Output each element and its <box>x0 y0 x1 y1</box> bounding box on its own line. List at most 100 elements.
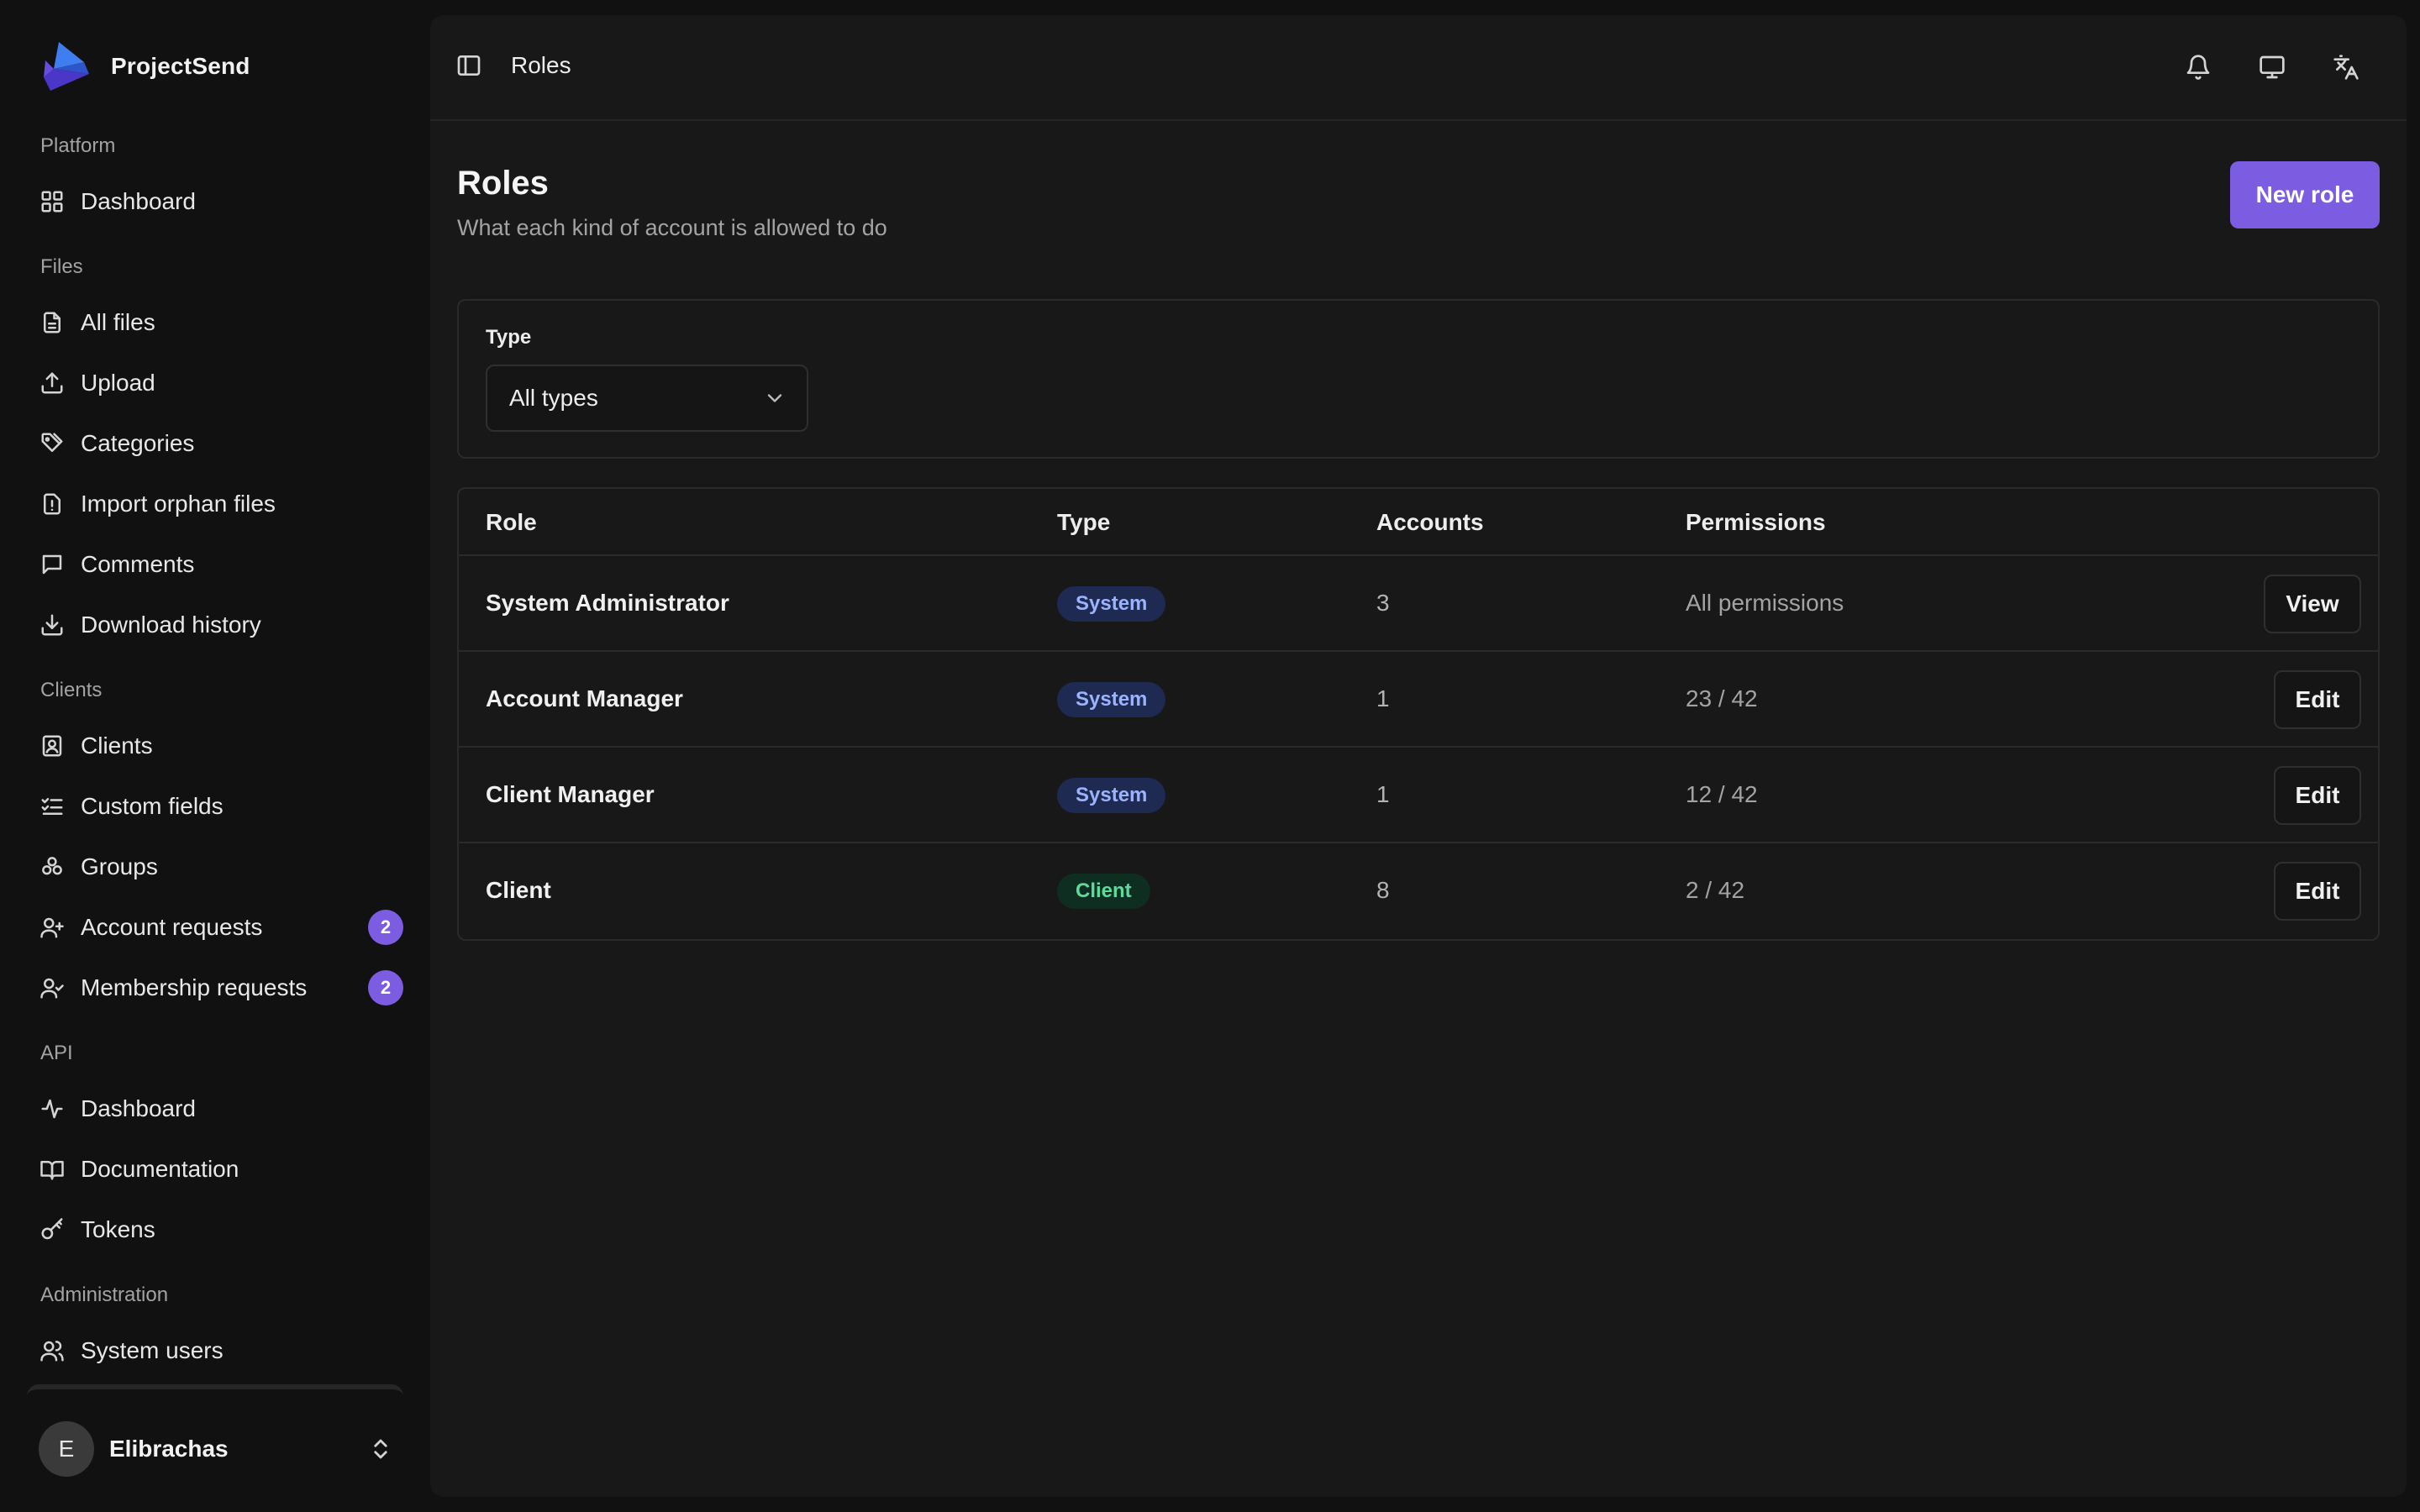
edit-button[interactable]: Edit <box>2274 670 2361 729</box>
sidebar-toggle-icon[interactable] <box>455 52 487 84</box>
page-title: Roles <box>457 165 549 202</box>
sidebar-item-account-requests[interactable]: Account requests 2 <box>25 902 403 953</box>
comment-icon <box>39 551 66 578</box>
avatar: E <box>39 1421 94 1477</box>
user-plus-icon <box>39 914 66 941</box>
table-row: System Administrator System 3 All permis… <box>459 556 2378 652</box>
column-header-type[interactable]: Type <box>1057 509 1110 536</box>
sidebar-item-documentation[interactable]: Documentation <box>25 1144 403 1194</box>
sidebar-item-comments[interactable]: Comments <box>25 539 403 590</box>
upload-icon <box>39 370 66 396</box>
section-label-platform: Platform <box>40 134 116 157</box>
section-label-clients: Clients <box>40 679 103 701</box>
download-icon <box>39 612 66 638</box>
sidebar-item-membership-requests[interactable]: Membership requests 2 <box>25 963 403 1013</box>
type-filter-select[interactable]: All types <box>486 365 808 432</box>
tags-icon <box>39 430 66 457</box>
table-row: Account Manager System 1 23 / 42 Edit <box>459 652 2378 748</box>
sidebar-item-dashboard[interactable]: Dashboard <box>25 176 403 227</box>
user-menu-trigger[interactable]: E Elibrachas <box>39 1420 400 1478</box>
translate-icon[interactable] <box>2328 49 2365 86</box>
groups-icon <box>39 853 66 880</box>
sidebar-item-label: Documentation <box>81 1156 239 1182</box>
accounts-count: 1 <box>1376 781 1390 807</box>
table-row: Client Manager System 1 12 / 42 Edit <box>459 748 2378 843</box>
sidebar-item-download-history[interactable]: Download history <box>25 600 403 650</box>
sidebar-item-custom-fields[interactable]: Custom fields <box>25 781 403 832</box>
sidebar-item-label: Membership requests <box>81 974 308 1000</box>
section-label-files: Files <box>40 255 83 278</box>
sidebar-item-label: System users <box>81 1337 224 1363</box>
sidebar-item-system-users[interactable]: System users <box>25 1326 403 1376</box>
permissions-summary: 12 / 42 <box>1686 781 1758 807</box>
file-icon <box>39 309 66 336</box>
sidebar-item-groups[interactable]: Groups <box>25 842 403 892</box>
sidebar-item-api-dashboard[interactable]: Dashboard <box>25 1084 403 1134</box>
table-header: Role Type Accounts Permissions <box>459 489 2378 556</box>
role-name: Client Manager <box>486 781 655 807</box>
membership-requests-badge: 2 <box>368 970 403 1005</box>
sidebar-item-label: Dashboard <box>81 1095 196 1121</box>
sidebar-item-label: All files <box>81 309 155 335</box>
book-icon <box>39 1156 66 1183</box>
sidebar-item-all-files[interactable]: All files <box>25 297 403 348</box>
sidebar-item-categories[interactable]: Categories <box>25 418 403 469</box>
accounts-count: 8 <box>1376 877 1390 903</box>
account-requests-badge: 2 <box>368 910 403 945</box>
chevrons-up-down-icon <box>368 1436 393 1462</box>
sidebar-item-label: Dashboard <box>81 188 196 214</box>
sidebar-item-label: Clients <box>81 732 153 759</box>
sidebar-item-clients[interactable]: Clients <box>25 721 403 771</box>
section-label-api: API <box>40 1042 73 1064</box>
user-check-icon <box>39 974 66 1001</box>
user-menu: E Elibrachas <box>27 1384 403 1502</box>
sidebar-item-upload[interactable]: Upload <box>25 358 403 408</box>
permissions-summary: 23 / 42 <box>1686 685 1758 711</box>
bell-icon[interactable] <box>2180 49 2217 86</box>
type-filter-value: All types <box>509 385 598 411</box>
monitor-icon[interactable] <box>2254 49 2291 86</box>
column-header-role[interactable]: Role <box>486 509 537 536</box>
sidebar: ProjectSend Platform Dashboard Files All… <box>0 0 430 1512</box>
page-subtitle: What each kind of account is allowed to … <box>457 215 887 240</box>
brand[interactable]: ProjectSend <box>42 40 250 92</box>
new-role-button[interactable]: New role <box>2230 161 2380 228</box>
sidebar-item-label: Tokens <box>81 1216 155 1242</box>
filter-card: Type All types <box>457 299 2380 459</box>
role-name: System Administrator <box>486 590 729 616</box>
sidebar-item-label: Comments <box>81 551 195 577</box>
sidebar-item-label: Import orphan files <box>81 491 276 517</box>
type-badge: System <box>1057 778 1166 813</box>
projectsend-logo <box>44 42 89 91</box>
contact-icon <box>39 732 66 759</box>
users-icon <box>39 1337 66 1364</box>
brand-name: ProjectSend <box>111 53 250 79</box>
sidebar-item-label: Groups <box>81 853 158 879</box>
column-header-accounts[interactable]: Accounts <box>1376 509 1484 536</box>
list-check-icon <box>39 793 66 820</box>
user-name: Elibrachas <box>109 1436 229 1462</box>
breadcrumb: Roles <box>511 52 571 78</box>
sidebar-item-label: Upload <box>81 370 155 396</box>
sidebar-item-label: Custom fields <box>81 793 224 819</box>
accounts-count: 3 <box>1376 590 1390 616</box>
file-alert-icon <box>39 491 66 517</box>
column-header-permissions[interactable]: Permissions <box>1686 509 1826 536</box>
sidebar-item-import-orphan-files[interactable]: Import orphan files <box>25 479 403 529</box>
edit-button[interactable]: Edit <box>2274 862 2361 921</box>
table-row: Client Client 8 2 / 42 Edit <box>459 843 2378 939</box>
type-badge: Client <box>1057 874 1150 909</box>
section-label-administration: Administration <box>40 1284 169 1306</box>
chevron-down-icon <box>763 386 786 410</box>
view-button[interactable]: View <box>2264 575 2361 633</box>
role-name: Account Manager <box>486 685 683 711</box>
grid-icon <box>39 188 66 215</box>
role-name: Client <box>486 877 551 903</box>
sidebar-item-tokens[interactable]: Tokens <box>25 1205 403 1255</box>
edit-button[interactable]: Edit <box>2274 766 2361 825</box>
app-root: ProjectSend Platform Dashboard Files All… <box>0 0 2420 1512</box>
type-badge: System <box>1057 586 1166 622</box>
topbar: Roles <box>430 15 2407 121</box>
main-panel: Roles Roles What each kind of account is… <box>430 15 2407 1497</box>
key-icon <box>39 1216 66 1243</box>
